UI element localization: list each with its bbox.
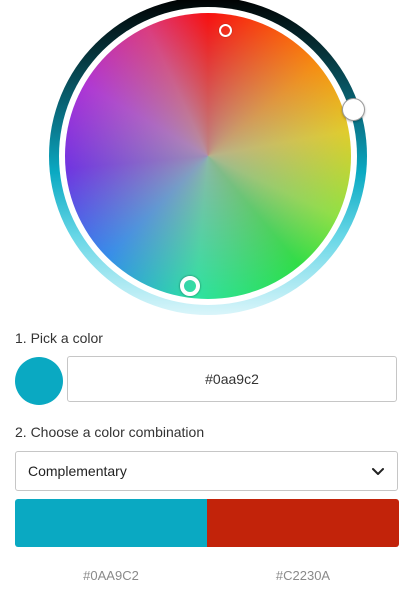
palette-hex-label-primary: #0AA9C2 [83, 568, 139, 583]
palette-hex-label-complement: #C2230A [275, 568, 331, 583]
combination-select-value: Complementary [28, 463, 127, 479]
chevron-down-icon [372, 468, 384, 475]
palette-swatch-primary[interactable] [15, 499, 207, 547]
color-combination-palette [15, 499, 399, 547]
lightness-handle[interactable] [342, 98, 365, 121]
hex-color-input[interactable] [67, 356, 397, 402]
base-color-handle[interactable] [180, 276, 200, 296]
wheel-desaturation-overlay [65, 13, 351, 299]
step1-label: 1. Pick a color [15, 330, 103, 346]
selected-color-swatch [15, 357, 63, 405]
palette-swatch-complement[interactable] [207, 499, 399, 547]
hue-marker-handle[interactable] [219, 24, 232, 37]
color-wheel-picker[interactable] [0, 0, 414, 320]
combination-select[interactable]: Complementary [15, 451, 398, 491]
hue-saturation-wheel[interactable] [65, 13, 351, 299]
step2-label: 2. Choose a color combination [15, 424, 205, 440]
